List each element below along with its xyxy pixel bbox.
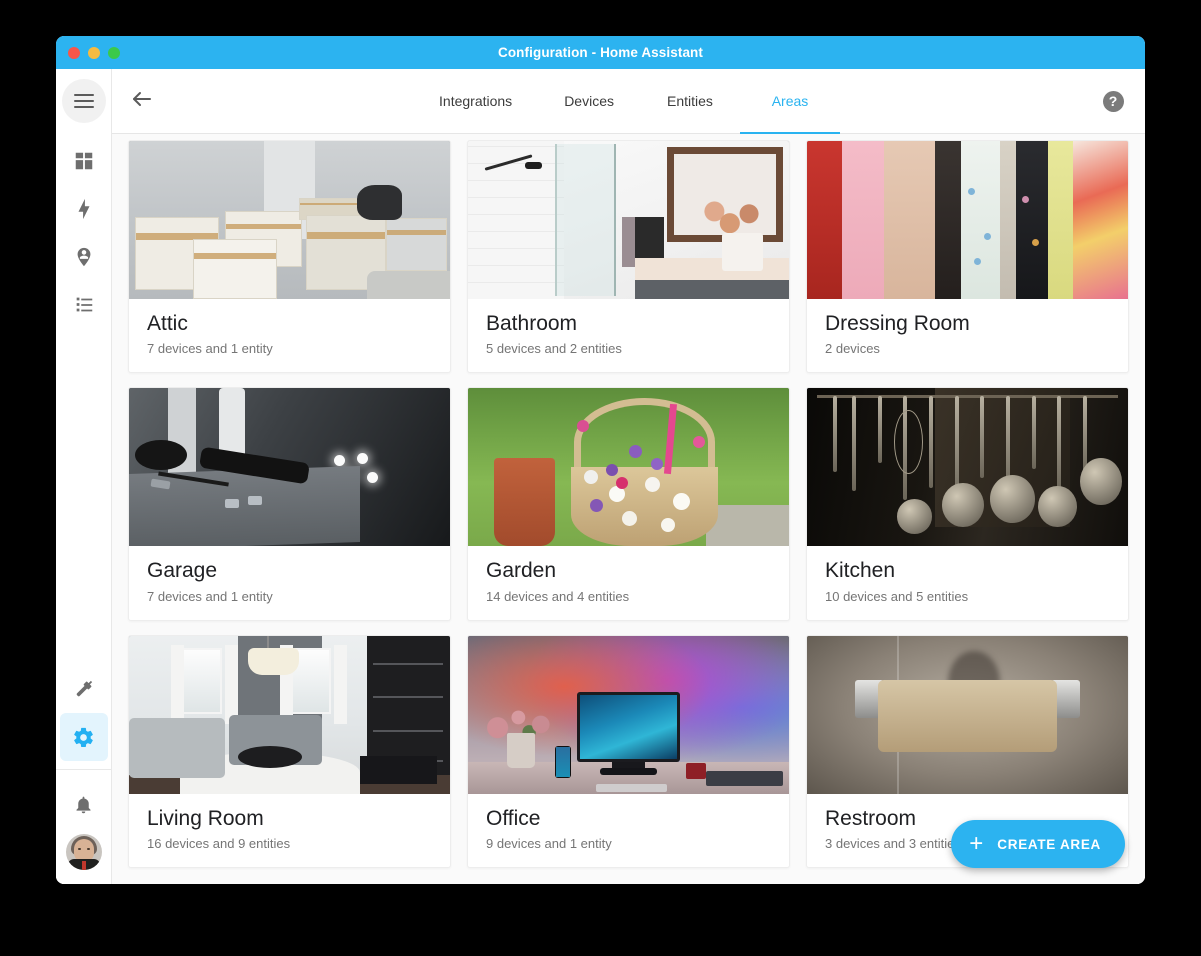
area-summary: 5 devices and 2 entities [486, 341, 622, 357]
area-card-body: Living Room 16 devices and 9 entities [129, 794, 450, 867]
area-thumbnail [468, 388, 789, 547]
area-card[interactable]: Attic 7 devices and 1 entity [128, 140, 451, 374]
area-card[interactable]: Living Room 16 devices and 9 entities [128, 634, 451, 868]
area-card[interactable]: Kitchen 10 devices and 5 entities [806, 387, 1129, 621]
avatar-tie [81, 861, 86, 870]
view-dashboard-icon [73, 150, 95, 172]
cog-icon [72, 726, 95, 749]
area-summary: 10 devices and 5 entities [825, 588, 969, 604]
area-summary: 9 devices and 1 entity [486, 835, 612, 851]
kitchen-photo [807, 388, 1128, 547]
help-circle-icon: ? [1102, 90, 1124, 112]
plus-icon: + [969, 830, 984, 857]
area-card[interactable]: Bathroom 5 devices and 2 entities [467, 140, 790, 374]
area-summary: 16 devices and 9 entities [147, 835, 291, 851]
sidebar-item-overview[interactable] [60, 137, 108, 185]
sidebar-item-logbook[interactable] [60, 281, 108, 329]
area-card[interactable]: Garage 7 devices and 1 entity [128, 387, 451, 621]
back-button[interactable] [112, 69, 172, 133]
garage-photo [129, 388, 450, 547]
format-list-icon [73, 294, 95, 316]
area-card-body: Bathroom 5 devices and 2 entities [468, 299, 789, 372]
areas-grid: Attic 7 devices and 1 entity Bathroom 5 … [120, 140, 1137, 868]
area-thumbnail [807, 635, 1128, 794]
area-thumbnail [468, 141, 789, 299]
living-room-photo [129, 635, 450, 794]
sidebar-divider [56, 769, 111, 770]
area-card[interactable]: Dressing Room 2 devices [806, 140, 1129, 374]
toolbar: Integrations Devices Entities Areas ? [112, 69, 1145, 134]
tab-integrations[interactable]: Integrations [413, 69, 538, 133]
area-name: Kitchen [825, 559, 896, 583]
sidebar-toggle-button[interactable] [61, 79, 106, 123]
area-summary: 2 devices [825, 341, 880, 357]
bathroom-photo [468, 141, 789, 299]
create-area-label: CREATE AREA [997, 836, 1101, 852]
garden-photo [468, 388, 789, 547]
area-summary: 7 devices and 1 entity [147, 341, 273, 357]
hammer-icon [73, 678, 95, 700]
area-card-body: Dressing Room 2 devices [807, 299, 1128, 372]
area-thumbnail [129, 141, 450, 299]
office-photo [468, 635, 789, 794]
sidebar-item-energy[interactable] [60, 185, 108, 233]
tab-areas[interactable]: Areas [739, 69, 840, 134]
area-thumbnail [468, 635, 789, 794]
create-area-button[interactable]: + CREATE AREA [951, 820, 1125, 868]
window-title: Configuration - Home Assistant [497, 45, 703, 60]
window-titlebar: Configuration - Home Assistant [56, 36, 1145, 69]
areas-content: Attic 7 devices and 1 entity Bathroom 5 … [112, 134, 1145, 884]
avatar-eye-right [86, 848, 90, 850]
sidebar-item-developer-tools[interactable] [60, 665, 108, 713]
area-name: Attic [147, 312, 188, 335]
area-summary: 7 devices and 1 entity [147, 588, 273, 604]
sidebar-item-notifications[interactable] [60, 780, 108, 828]
app-body: Integrations Devices Entities Areas ? At… [56, 69, 1145, 884]
area-name: Living Room [147, 806, 264, 830]
help-button[interactable]: ? [1081, 69, 1145, 133]
arrow-left-icon [130, 87, 154, 116]
map-marker-account-icon [73, 246, 95, 268]
main-area: Integrations Devices Entities Areas ? At… [112, 69, 1145, 884]
hamburger-menu-icon [73, 94, 94, 108]
area-summary: 14 devices and 4 entities [486, 588, 630, 604]
area-card-body: Attic 7 devices and 1 entity [129, 299, 450, 372]
dressing-room-photo [807, 141, 1128, 299]
area-name: Dressing Room [825, 312, 970, 335]
sidebar-item-configuration[interactable] [59, 713, 108, 761]
restroom-photo [807, 635, 1128, 794]
area-card-body: Garage 7 devices and 1 entity [129, 546, 450, 619]
area-name: Garage [147, 559, 218, 583]
bell-icon [73, 794, 94, 815]
area-thumbnail [807, 388, 1128, 547]
area-card-body: Office 9 devices and 1 entity [468, 794, 789, 867]
area-thumbnail [129, 635, 450, 794]
area-name: Garden [486, 559, 557, 583]
sidebar-item-map[interactable] [60, 233, 108, 281]
tab-entities[interactable]: Entities [640, 69, 740, 133]
avatar[interactable] [65, 834, 102, 870]
area-card[interactable]: Garden 14 devices and 4 entities [467, 387, 790, 621]
area-name: Bathroom [486, 312, 578, 335]
tab-bar: Integrations Devices Entities Areas [172, 69, 1081, 134]
area-thumbnail [129, 388, 450, 547]
attic-photo [129, 141, 450, 299]
area-name: Office [486, 806, 541, 830]
avatar-eye-left [77, 848, 81, 850]
tab-devices[interactable]: Devices [538, 69, 640, 133]
app-window: Configuration - Home Assistant Integrati… [56, 36, 1145, 884]
area-card-body: Kitchen 10 devices and 5 entities [807, 546, 1128, 619]
area-thumbnail [807, 141, 1128, 299]
sidebar [56, 69, 112, 884]
area-card-body: Garden 14 devices and 4 entities [468, 546, 789, 619]
lightning-bolt-icon [73, 198, 95, 220]
area-card[interactable]: Office 9 devices and 1 entity [467, 634, 790, 868]
